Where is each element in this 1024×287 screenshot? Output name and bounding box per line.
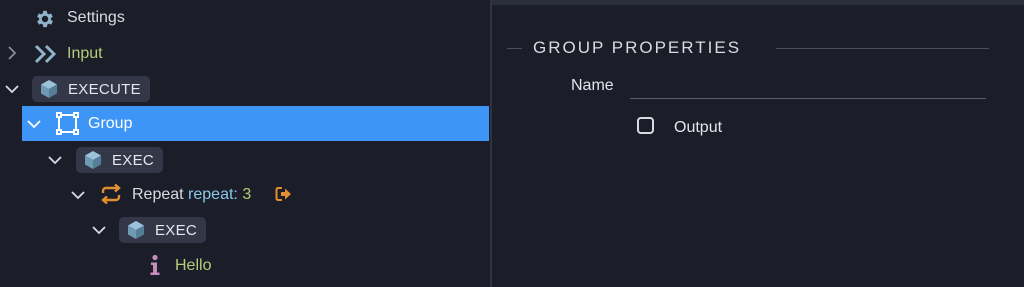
- tree-item-settings[interactable]: Settings: [0, 1, 490, 36]
- group-selection-icon: [55, 111, 80, 136]
- tree-item-label: Hello: [175, 257, 212, 274]
- exec-badge: EXEC: [119, 217, 207, 243]
- info-icon: [148, 253, 162, 277]
- tree-item-label: Input: [67, 45, 103, 62]
- cube-icon: [126, 220, 146, 240]
- output-label[interactable]: Output: [674, 119, 722, 137]
- name-label: Name: [571, 77, 614, 94]
- exec-badge: EXEC: [76, 147, 164, 173]
- tree-item-label: Settings: [67, 9, 125, 26]
- tree-item-input[interactable]: Input: [0, 36, 490, 71]
- repeat-param-name: repeat: [188, 186, 234, 203]
- repeat-label: Repeat: [132, 186, 184, 203]
- tree-item-repeat[interactable]: Repeat repeat: 3: [0, 177, 490, 212]
- exit-arrow-icon: [275, 186, 292, 202]
- exec-label: EXEC: [112, 151, 155, 169]
- tree-panel: Settings Input EXECUTE Group EXEC Repeat…: [0, 0, 490, 287]
- chevron-down-icon[interactable]: [48, 153, 62, 167]
- section-title: GROUP PROPERTIES: [533, 38, 742, 57]
- section-rule-right: [776, 48, 989, 49]
- repeat-param-value: 3: [242, 186, 252, 203]
- cube-icon: [83, 150, 103, 170]
- exec-label: EXEC: [155, 221, 198, 239]
- tree-item-group[interactable]: Group: [22, 106, 489, 141]
- cube-icon: [39, 79, 59, 99]
- tree-item-exec[interactable]: EXEC: [0, 142, 490, 177]
- name-input[interactable]: [630, 76, 986, 99]
- properties-panel: GROUP PROPERTIES Name Output: [492, 0, 1024, 287]
- section-rule-left: [507, 48, 522, 49]
- chevron-down-icon[interactable]: [71, 188, 85, 202]
- chevron-down-icon[interactable]: [5, 82, 19, 96]
- execute-badge: EXECUTE: [32, 76, 150, 102]
- chevron-right-icon[interactable]: [5, 46, 19, 60]
- repeat-icon: [99, 183, 123, 205]
- tree-item-execute[interactable]: EXECUTE: [0, 71, 490, 106]
- tree-item-label: Group: [88, 115, 133, 132]
- gear-icon: [34, 8, 56, 30]
- repeat-param-separator: :: [233, 186, 238, 203]
- chevron-down-icon[interactable]: [27, 117, 41, 131]
- double-chevron-icon: [34, 43, 58, 65]
- panel-top-border: [492, 0, 1024, 5]
- output-checkbox[interactable]: [637, 117, 654, 134]
- tree-item-exec-nested[interactable]: EXEC: [0, 212, 490, 247]
- tree-item-label: Repeat repeat: 3: [132, 186, 251, 204]
- chevron-down-icon[interactable]: [92, 223, 106, 237]
- tree-item-hello[interactable]: Hello: [0, 248, 490, 283]
- execute-label: EXECUTE: [68, 80, 141, 98]
